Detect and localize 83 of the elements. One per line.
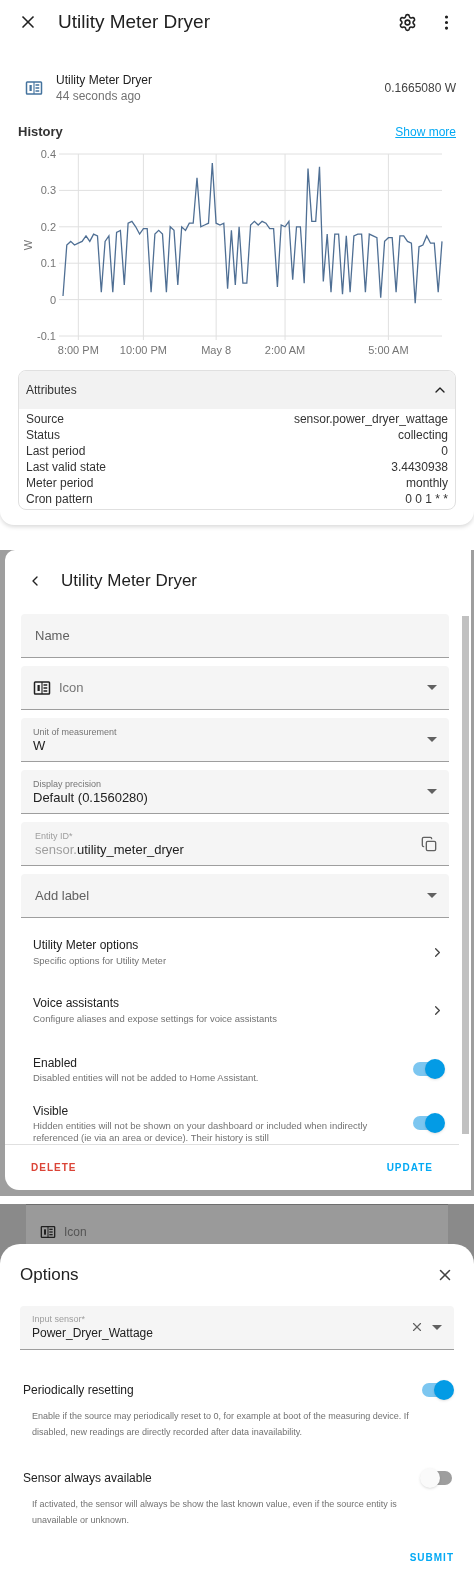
dropdown-caret-icon bbox=[427, 737, 437, 742]
row-title: Utility Meter options bbox=[33, 937, 140, 954]
attribute-name: Last valid state bbox=[26, 458, 107, 475]
attributes-title: Attributes bbox=[26, 381, 77, 399]
copy-icon[interactable] bbox=[421, 835, 437, 852]
dropdown-caret-icon bbox=[427, 789, 437, 794]
attribute-value: sensor.power_dryer_wattage bbox=[293, 410, 448, 427]
row-subtitle: Configure aliases and expose settings for voice assistants bbox=[33, 1012, 277, 1026]
attribute-name: Source bbox=[26, 410, 65, 427]
y-tick-label: 0.1 bbox=[40, 256, 56, 269]
toggle-switch[interactable] bbox=[411, 1059, 445, 1079]
settings-link-row[interactable]: Utility Meter options Specific options for Utility Meter bbox=[21, 936, 449, 968]
entity-id-field[interactable]: Entity ID* sensor.utility_meter_dryer bbox=[21, 822, 449, 866]
dialog-title: Options bbox=[20, 1264, 79, 1286]
attribute-value: collecting bbox=[397, 426, 448, 443]
field-placeholder: Icon bbox=[59, 678, 85, 697]
y-axis-label: W bbox=[22, 239, 34, 250]
x-tick-label: 5:00 AM bbox=[368, 343, 409, 356]
entity-state: 0.1665080 W bbox=[384, 80, 456, 97]
y-tick-label: 0.4 bbox=[40, 147, 56, 160]
field-label: Unit of measurement bbox=[33, 725, 117, 738]
entity-name: Utility Meter Dryer bbox=[56, 72, 153, 88]
field-label: Entity ID* bbox=[35, 829, 74, 842]
x-tick-label: May 8 bbox=[201, 343, 232, 356]
attributes-header[interactable]: Attributes bbox=[19, 370, 455, 409]
attribute-name: Cron pattern bbox=[26, 490, 93, 507]
toggle-title: Sensor always available bbox=[23, 1469, 152, 1487]
attribute-name: Last period bbox=[26, 442, 86, 459]
attribute-value: monthly bbox=[405, 474, 448, 491]
attribute-value: 3.4430938 bbox=[391, 458, 448, 475]
input-sensor-field[interactable]: Input sensor* Power_Dryer_Wattage bbox=[20, 1305, 454, 1350]
toggle-description: Enable if the source may periodically reset to 0, for example at boot of the measuring device. If disabled, new readings are directly recorded after data inavailability. bbox=[31, 1409, 410, 1439]
dropdown-caret-icon bbox=[432, 1324, 442, 1330]
select-field[interactable]: Display precision Default (0.1560280) bbox=[21, 770, 449, 814]
field-label: Display precision bbox=[33, 777, 103, 790]
field-placeholder: Icon bbox=[64, 1223, 87, 1241]
dropdown-caret-icon bbox=[427, 893, 437, 898]
field-value: Power_Dryer_Wattage bbox=[32, 1325, 153, 1341]
delete-button[interactable]: DELETE bbox=[31, 1160, 77, 1175]
toggle-switch[interactable] bbox=[420, 1467, 454, 1488]
counter-icon bbox=[33, 678, 51, 697]
toggle-title: Enabled bbox=[33, 1055, 79, 1072]
field-placeholder: Name bbox=[34, 626, 70, 645]
field-placeholder: Add label bbox=[34, 886, 90, 905]
attribute-value: 0 bbox=[441, 442, 448, 459]
y-tick-label: 0 bbox=[49, 293, 56, 306]
name-field[interactable]: Name bbox=[21, 614, 449, 658]
settings-icon[interactable] bbox=[398, 12, 417, 32]
row-subtitle: Specific options for Utility Meter bbox=[33, 954, 167, 968]
scrollbar[interactable] bbox=[462, 616, 469, 1134]
select-field[interactable]: Unit of measurement W bbox=[21, 718, 449, 762]
y-tick-label: 0.3 bbox=[40, 183, 56, 196]
x-tick-label: 10:00 PM bbox=[119, 343, 167, 356]
last-changed: 44 seconds ago bbox=[56, 88, 142, 104]
select-field[interactable]: Add label bbox=[21, 874, 449, 918]
dialog-title: Utility Meter Dryer bbox=[58, 9, 211, 34]
counter-icon bbox=[25, 79, 43, 97]
field-value: W bbox=[33, 737, 47, 754]
y-tick-label: -0.1 bbox=[37, 329, 56, 342]
toggle-title: Periodically resetting bbox=[23, 1381, 134, 1399]
attribute-name: Status bbox=[26, 426, 61, 443]
toggle-switch[interactable] bbox=[411, 1113, 445, 1133]
dialog-title: Utility Meter Dryer bbox=[61, 570, 197, 593]
dropdown-caret-icon bbox=[427, 685, 437, 690]
section-title: History bbox=[18, 123, 63, 141]
x-tick-label: 8:00 PM bbox=[57, 343, 99, 356]
toggle-description: If activated, the sensor will always be show the last known value, even if the source entity is unavailable or unknown. bbox=[31, 1497, 398, 1527]
icon-select[interactable]: Icon bbox=[21, 666, 449, 710]
toggle-description: Hidden entities will not be shown on your dashboard or included when indirectly referenced (ie via an area or device). Their history is still bbox=[33, 1120, 369, 1144]
attribute-name: Meter period bbox=[26, 474, 94, 491]
toggle-switch[interactable] bbox=[420, 1379, 454, 1400]
y-tick-label: 0.2 bbox=[40, 220, 56, 233]
settings-link-row[interactable]: Voice assistants Configure aliases and expose settings for voice assistants bbox=[21, 994, 449, 1026]
field-value: sensor.utility_meter_dryer bbox=[35, 841, 184, 858]
attribute-value: 0 0 1 * * bbox=[405, 490, 448, 507]
toggle-description: Disabled entities will not be added to Home Assistant. bbox=[33, 1072, 259, 1084]
clear-icon[interactable] bbox=[410, 1320, 424, 1334]
field-value: Default (0.1560280) bbox=[33, 789, 148, 806]
row-title: Voice assistants bbox=[33, 995, 121, 1012]
field-label: Input sensor* bbox=[32, 1313, 87, 1325]
x-tick-label: 2:00 AM bbox=[264, 343, 306, 356]
toggle-title: Visible bbox=[33, 1103, 70, 1120]
counter-icon bbox=[40, 1223, 56, 1240]
